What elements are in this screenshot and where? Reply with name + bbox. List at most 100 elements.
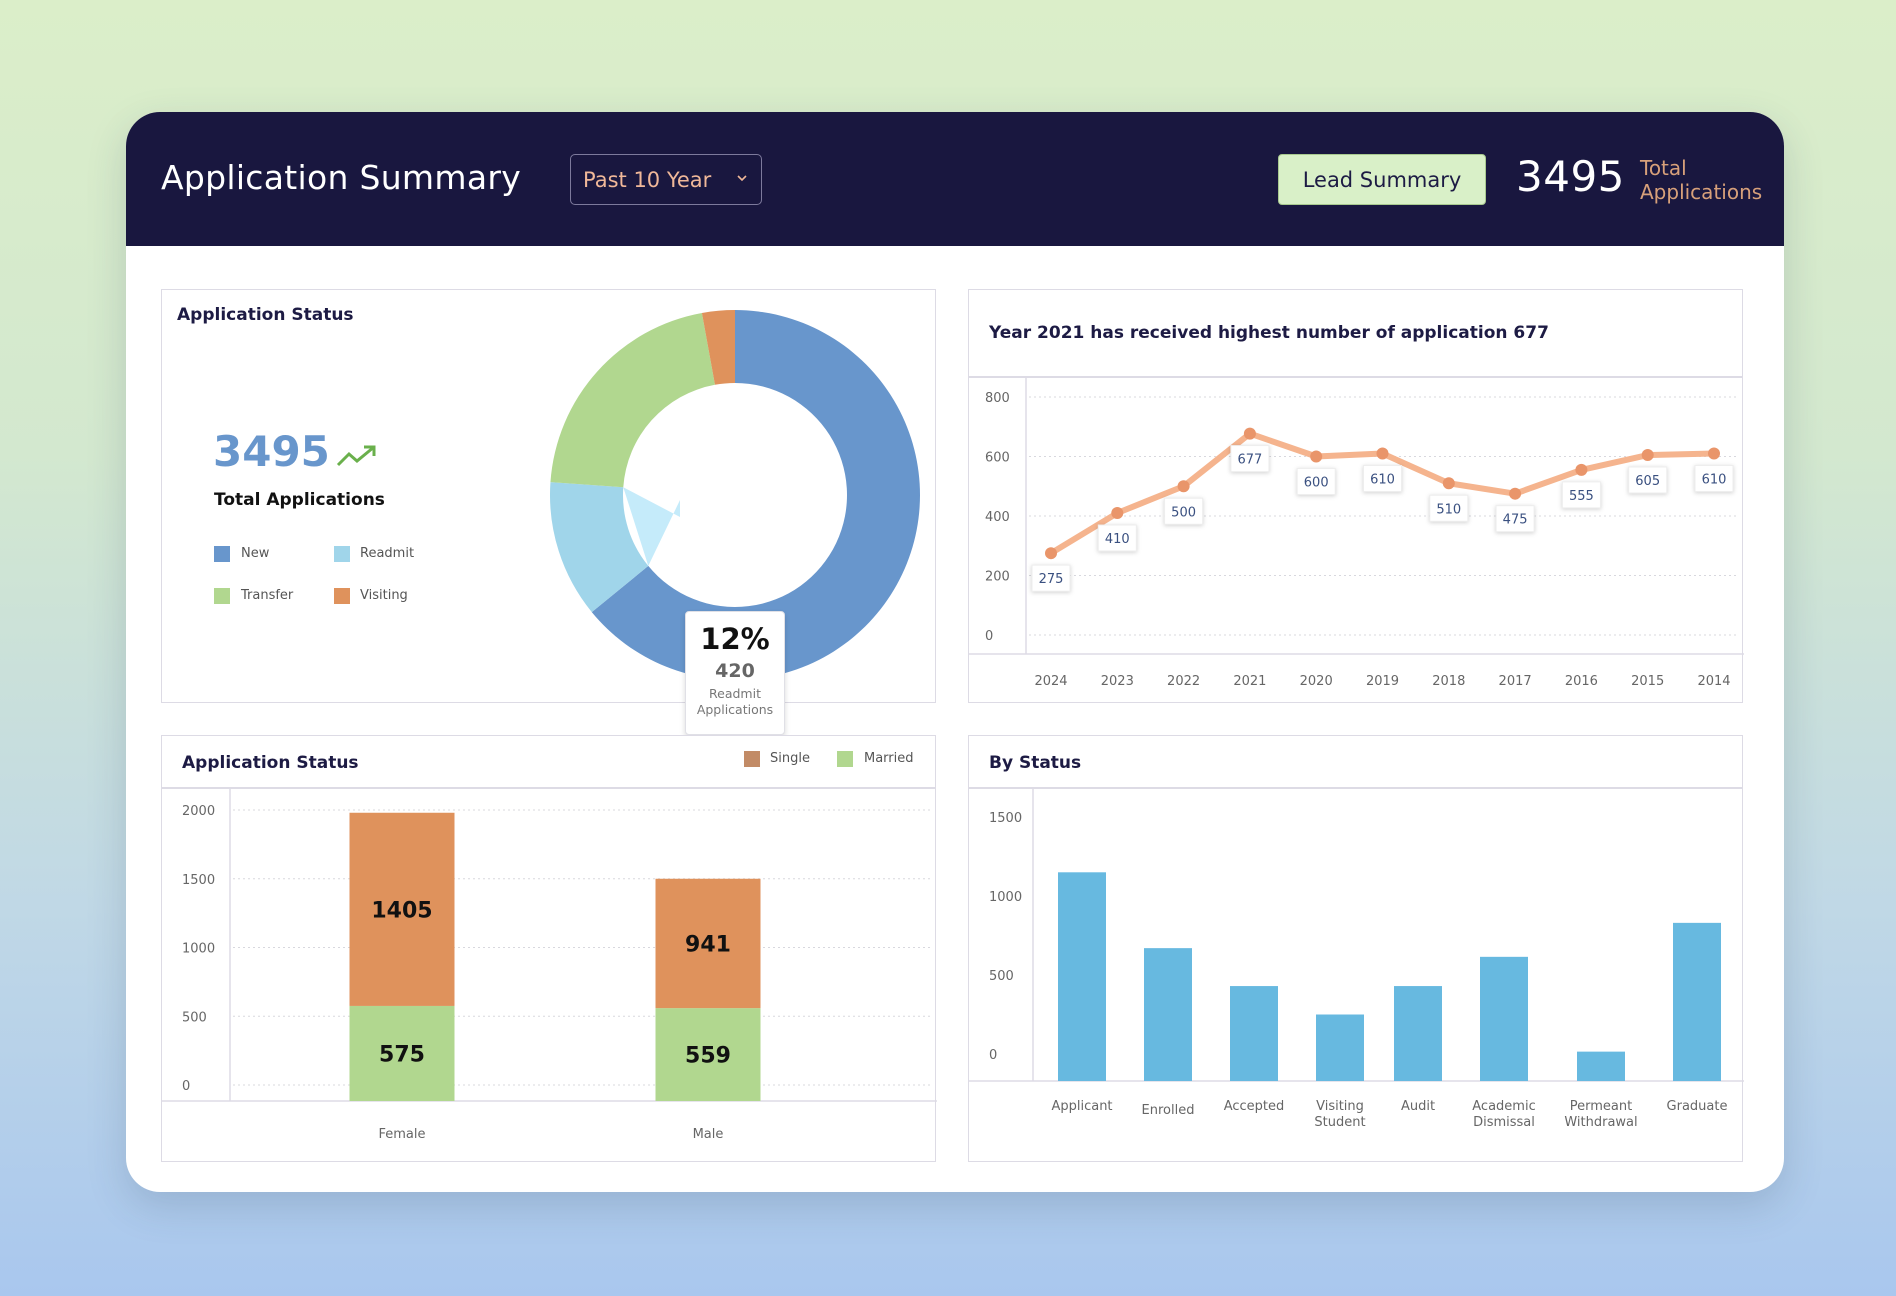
chevron-down-icon <box>737 175 747 182</box>
x-tick-label: 2016 <box>1565 674 1598 689</box>
by-status-bar-card: By Status 0 500 1000 1500 Applicant Enrolled A… <box>968 735 1744 1162</box>
legend-swatch <box>744 751 760 767</box>
data-point <box>1641 449 1654 462</box>
x-tick-label: 2014 <box>1697 674 1730 689</box>
application-status-donut-card: Application Status 3495 Total Applicatio… <box>161 289 936 735</box>
data-label: 500 <box>1171 505 1196 520</box>
donut-chart <box>550 310 920 680</box>
data-label: 610 <box>1702 473 1727 488</box>
x-tick-label: Enrolled <box>1142 1103 1195 1118</box>
data-label: 610 <box>1370 473 1395 488</box>
x-tick-label: Student <box>1314 1115 1365 1130</box>
x-tick-label: 2023 <box>1101 674 1134 689</box>
x-tick-label: 2017 <box>1499 674 1532 689</box>
tooltip-label-line2: Applications <box>696 702 774 717</box>
y-tick-label: 1000 <box>989 890 1022 905</box>
bar-value-label: 559 <box>685 1044 731 1069</box>
bar-value-label: 575 <box>379 1042 425 1067</box>
data-label: 605 <box>1635 474 1660 489</box>
header-total-label: Total Applications <box>1640 156 1763 204</box>
data-point <box>1442 477 1455 490</box>
data-point <box>1045 547 1057 560</box>
legend-label: Married <box>864 751 914 766</box>
x-tick-label: Dismissal <box>1473 1115 1535 1130</box>
donut-slice-transfer <box>550 312 715 488</box>
tooltip-label-line1: Readmit <box>709 686 761 701</box>
gender-stacked-bar-card: Application Status Single Married 0 500 10… <box>161 735 937 1162</box>
x-tick-label: 2019 <box>1366 674 1399 689</box>
tooltip-percent: 12% <box>700 622 770 656</box>
lead-summary-button[interactable]: Lead Summary <box>1278 154 1486 205</box>
x-tick-label: Visiting <box>1316 1099 1364 1114</box>
data-point <box>1243 427 1256 440</box>
y-tick-label: 1000 <box>182 942 215 957</box>
header-bar: Application Summary Past 10 Year Lead Su… <box>126 112 1784 246</box>
y-tick-label: 500 <box>989 969 1014 984</box>
x-tick-label: Female <box>378 1127 425 1142</box>
page-title: Application Summary <box>161 158 522 197</box>
data-point <box>1376 447 1389 460</box>
data-label: 410 <box>1105 532 1130 547</box>
x-tick-label: 2022 <box>1167 674 1200 689</box>
y-tick-label: 400 <box>985 510 1010 525</box>
x-tick-label: 2015 <box>1631 674 1664 689</box>
card-title: By Status <box>989 753 1082 773</box>
x-tick-label: Accepted <box>1224 1099 1285 1114</box>
line-chart: 0 200 400 600 800 275 2024 410 2023 500 2022 677 202… <box>969 377 1744 689</box>
x-tick-label: 2021 <box>1233 674 1266 689</box>
x-tick-label: Withdrawal <box>1564 1115 1637 1130</box>
y-tick-label: 500 <box>182 1010 207 1025</box>
legend-swatch <box>837 751 853 767</box>
data-point <box>1708 447 1720 460</box>
bar <box>1394 986 1442 1081</box>
x-tick-label: 2024 <box>1034 674 1067 689</box>
data-label: 510 <box>1436 502 1461 517</box>
by-status-bar-chart: 0 500 1000 1500 Applicant Enrolled Accepted Vis… <box>969 788 1744 1130</box>
y-tick-label: 2000 <box>182 804 215 819</box>
y-tick-label: 200 <box>985 570 1010 585</box>
bar <box>1058 872 1106 1081</box>
y-tick-label: 0 <box>985 629 993 644</box>
bar-value-label: 1405 <box>371 898 432 923</box>
x-tick-label: Graduate <box>1667 1099 1728 1114</box>
bar-value-label: 941 <box>685 932 731 957</box>
x-tick-label: Male <box>693 1127 724 1142</box>
x-tick-label: 2018 <box>1432 674 1465 689</box>
y-tick-label: 800 <box>985 391 1010 406</box>
stacked-bar-chart: 0 500 1000 1500 2000 575 1405 Female 559 941 Male <box>162 788 937 1142</box>
header-total-value: 3495 <box>1516 152 1625 201</box>
y-tick-label: 0 <box>989 1048 997 1063</box>
legend-label: Single <box>770 751 810 766</box>
yearly-applications-line-card: Year 2021 has received highest number of… <box>968 289 1744 703</box>
x-tick-label: Audit <box>1401 1099 1435 1114</box>
tooltip-label: Readmit Applications <box>686 686 784 718</box>
dashboard-window: Application Summary Past 10 Year Lead Su… <box>126 112 1784 1192</box>
data-point <box>1177 480 1190 493</box>
card-title: Year 2021 has received highest number of… <box>989 323 1549 343</box>
y-tick-label: 0 <box>182 1079 190 1094</box>
card-title: Application Status <box>182 753 359 773</box>
data-label: 275 <box>1039 572 1064 587</box>
data-point <box>1509 487 1522 500</box>
y-tick-label: 1500 <box>182 873 215 888</box>
y-tick-label: 600 <box>985 451 1010 466</box>
data-point <box>1111 507 1124 520</box>
data-label: 677 <box>1237 453 1262 468</box>
bar <box>1673 922 1721 1081</box>
x-tick-label: Applicant <box>1051 1099 1112 1114</box>
date-range-select[interactable]: Past 10 Year <box>570 154 762 205</box>
date-range-value: Past 10 Year <box>583 167 712 192</box>
x-tick-label: Permeant <box>1570 1099 1632 1114</box>
tooltip-count: 420 <box>715 660 755 682</box>
data-label: 600 <box>1304 476 1329 491</box>
data-point <box>1575 463 1588 476</box>
bar <box>1577 1051 1625 1081</box>
x-tick-label: Academic <box>1472 1099 1535 1114</box>
bar <box>1144 948 1192 1081</box>
x-tick-label: 2020 <box>1300 674 1333 689</box>
bar <box>1316 1014 1364 1081</box>
data-point <box>1310 450 1323 463</box>
donut-tooltip: 12% 420 Readmit Applications <box>685 611 785 735</box>
data-label: 555 <box>1569 489 1594 504</box>
data-label: 475 <box>1503 513 1528 528</box>
